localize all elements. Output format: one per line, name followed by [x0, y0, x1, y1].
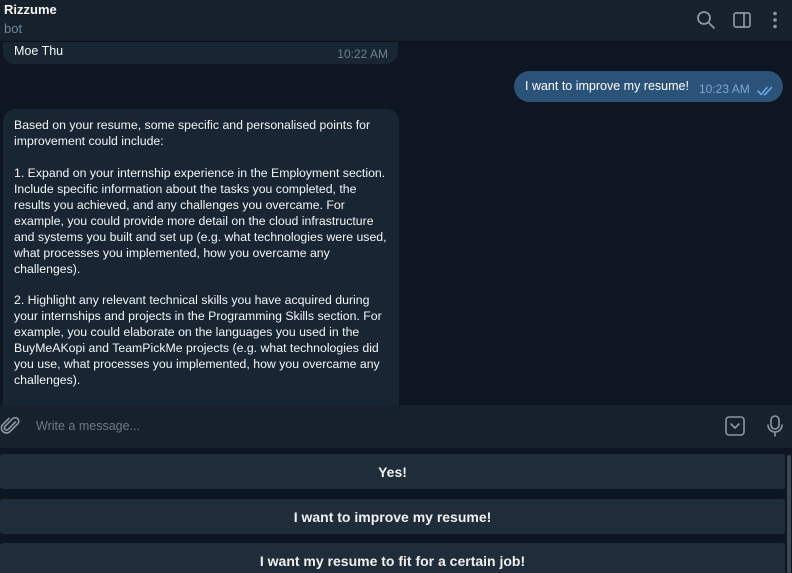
search-icon[interactable] — [695, 9, 717, 31]
microphone-icon[interactable] — [765, 414, 785, 443]
keyboard-toggle-icon[interactable] — [724, 415, 746, 442]
sidebar-toggle-icon[interactable] — [731, 9, 753, 31]
paperclip-icon[interactable] — [0, 415, 22, 442]
message-composer: Write a message... — [0, 405, 792, 448]
chat-subtitle: bot — [4, 21, 23, 36]
message-paragraph: 1. Expand on your internship experience … — [14, 166, 387, 276]
more-vertical-icon[interactable] — [764, 9, 786, 31]
outgoing-message[interactable]: I want to improve my resume! 10:23 AM — [514, 71, 783, 102]
message-list[interactable]: Moe Thu 10:22 AM I want to improve my re… — [0, 42, 792, 405]
reply-button-yes[interactable]: Yes! — [0, 454, 785, 489]
message-time: 10:23 AM — [699, 82, 750, 96]
message-paragraph: 2. Highlight any relevant technical skil… — [14, 293, 382, 387]
reply-button-fit-job[interactable]: I want my resume to fit for a certain jo… — [0, 543, 785, 573]
incoming-message[interactable]: Moe Thu 10:22 AM — [3, 42, 398, 64]
message-input[interactable]: Write a message... — [36, 419, 140, 433]
message-text: Moe Thu — [14, 44, 64, 58]
message-time: 10:22 AM — [337, 47, 388, 61]
reply-keyboard: Yes! I want to improve my resume! I want… — [0, 448, 792, 573]
keyboard-scrollbar[interactable] — [787, 455, 791, 573]
chat-header: Rizzume bot — [0, 0, 792, 42]
double-check-icon — [757, 83, 775, 101]
reply-button-improve-resume[interactable]: I want to improve my resume! — [0, 499, 785, 534]
chat-title[interactable]: Rizzume — [4, 2, 57, 17]
telegram-chat-window: Rizzume bot Moe Thu 10:22 AM I want to i… — [0, 0, 792, 573]
message-text: I want to improve my resume! — [525, 79, 689, 93]
incoming-message[interactable]: Based on your resume, some specific and … — [3, 109, 399, 405]
message-paragraph: Based on your resume, some specific and … — [14, 118, 371, 148]
